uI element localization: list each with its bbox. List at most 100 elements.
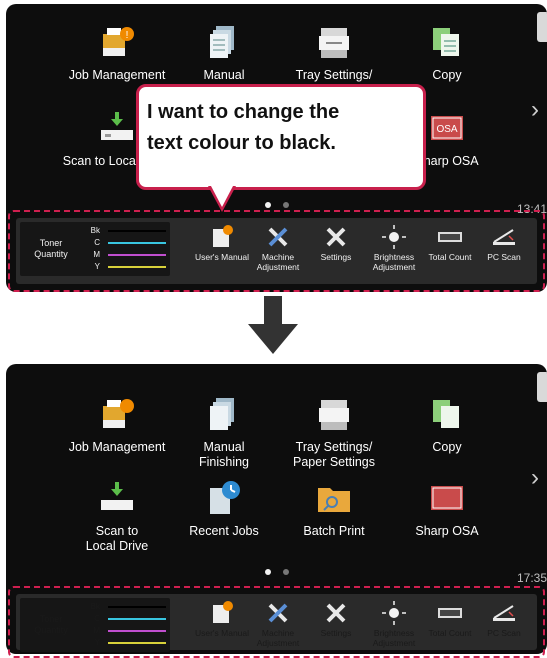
toner-bar [108,630,166,632]
dock-label: Brightness Adjustment [372,252,416,272]
app-label: Scan to Local Drive [85,524,149,553]
dock-label: PC Scan [487,628,521,638]
toner-channel: Bk [90,602,100,611]
dock-label: User's Manual [194,628,250,638]
app-sharp-osa[interactable]: Sharp OSA [372,478,522,539]
page-dot[interactable] [282,202,289,208]
after-dock-highlight: Toner Quantity Bk C M Y User's Manual Ma… [8,586,545,658]
toner-channel: M [93,250,100,259]
app-copy[interactable]: Copy [372,22,522,83]
copy-pages-icon [427,22,467,62]
manual-book-icon [209,600,235,626]
printer-notification-icon: ! [97,22,137,62]
toner-channel: Y [94,262,100,271]
dock-pc-scan[interactable]: PC Scan [474,222,534,262]
dock-settings[interactable]: Settings [306,222,366,262]
dock-total-count[interactable]: Total Count [420,598,480,638]
sharp-osa-icon [427,478,467,518]
folder-magnifier-icon [314,478,354,518]
toner-row-bk: Bk [86,602,170,612]
chevron-right-icon[interactable]: › [531,96,539,124]
dock-users-manual[interactable]: User's Manual [192,222,252,262]
document-stack-icon [204,22,244,62]
dock-label: User's Manual [194,252,250,262]
recent-jobs-clock-icon [204,478,244,518]
toner-bar [108,642,166,644]
side-tab[interactable] [537,372,547,402]
toner-row-c: C [86,238,170,248]
page-dot[interactable] [282,569,289,575]
dock-label: Machine Adjustment [256,252,300,272]
dock-label: Settings [320,252,352,262]
down-arrow-icon [248,296,298,356]
sharp-osa-icon: OSA [427,108,467,148]
wrench-screwdriver-icon [265,600,291,626]
svg-text:!: ! [126,30,129,41]
toner-label: Toner Quantity [34,614,68,635]
dock-label: Total Count [428,252,472,262]
dock-total-count[interactable]: Total Count [420,222,480,262]
tools-icon [323,224,349,250]
toner-channel: Bk [90,226,100,235]
toner-bar [108,618,166,620]
callout-line: I want to change the [147,101,340,123]
app-label: Sharp OSA [415,524,479,538]
app-copy[interactable]: Copy [372,394,522,455]
toner-row-y: Y [86,262,170,272]
chevron-right-icon[interactable]: › [531,464,539,492]
toner-channel: Y [94,638,100,647]
dock-brightness-adjustment[interactable]: Brightness Adjustment [364,598,424,648]
callout-text: I want to change the text colour to blac… [147,97,339,159]
dock-users-manual[interactable]: User's Manual [192,598,252,638]
toner-channel: C [94,614,100,623]
dock-machine-adjustment[interactable]: Machine Adjustment [248,598,308,648]
dock-label: PC Scan [487,252,521,262]
scanner-icon [491,600,517,626]
svg-text:OSA: OSA [436,124,457,135]
toner-bar [108,254,166,256]
page-dot-active[interactable] [264,569,271,575]
copier-tray-icon [314,394,354,434]
dock-label: Machine Adjustment [256,628,300,648]
sun-icon [381,600,407,626]
tools-icon [323,600,349,626]
toner-bar [108,230,166,232]
scanner-icon [491,224,517,250]
dock-brightness-adjustment[interactable]: Brightness Adjustment [364,222,424,272]
toner-row-bk: Bk [86,226,170,236]
dock-label: Total Count [428,628,472,638]
dock-settings[interactable]: Settings [306,598,366,638]
toner-quantity-panel: Toner Quantity Bk C M Y [20,222,170,276]
toner-row-y: Y [86,638,170,648]
scan-to-drive-icon [97,478,137,518]
page-dot-active[interactable] [264,202,271,208]
toner-row-m: M [86,626,170,636]
page-indicator [6,562,547,580]
scan-to-drive-icon [97,108,137,148]
toner-bar [108,242,166,244]
dock-machine-adjustment[interactable]: Machine Adjustment [248,222,308,272]
sun-icon [381,224,407,250]
app-label: Copy [432,440,462,454]
toner-bar [108,266,166,268]
toner-quantity-panel: Toner Quantity Bk C M Y [20,598,170,652]
app-label: Manual Finishing [198,440,250,469]
dock-label: Settings [320,628,352,638]
before-dock: Toner Quantity Bk C M Y User's Manual Ma… [16,218,537,284]
toner-label: Toner Quantity [34,238,68,259]
toner-bar [108,606,166,608]
callout-tail-inner [211,186,233,207]
wrench-screwdriver-icon [265,224,291,250]
counter-icon [437,224,463,250]
side-tab[interactable] [537,12,547,42]
dock-pc-scan[interactable]: PC Scan [474,598,534,638]
copy-pages-icon [427,394,467,434]
clock: 17:35 [516,571,547,585]
manual-book-icon [209,224,235,250]
after-dock: Toner Quantity Bk C M Y User's Manual Ma… [16,594,537,652]
toner-row-m: M [86,250,170,260]
before-dock-highlight: Toner Quantity Bk C M Y User's Manual Ma… [8,210,545,292]
dock-label: Brightness Adjustment [372,628,416,648]
toner-channel: C [94,238,100,247]
copier-tray-icon [314,22,354,62]
